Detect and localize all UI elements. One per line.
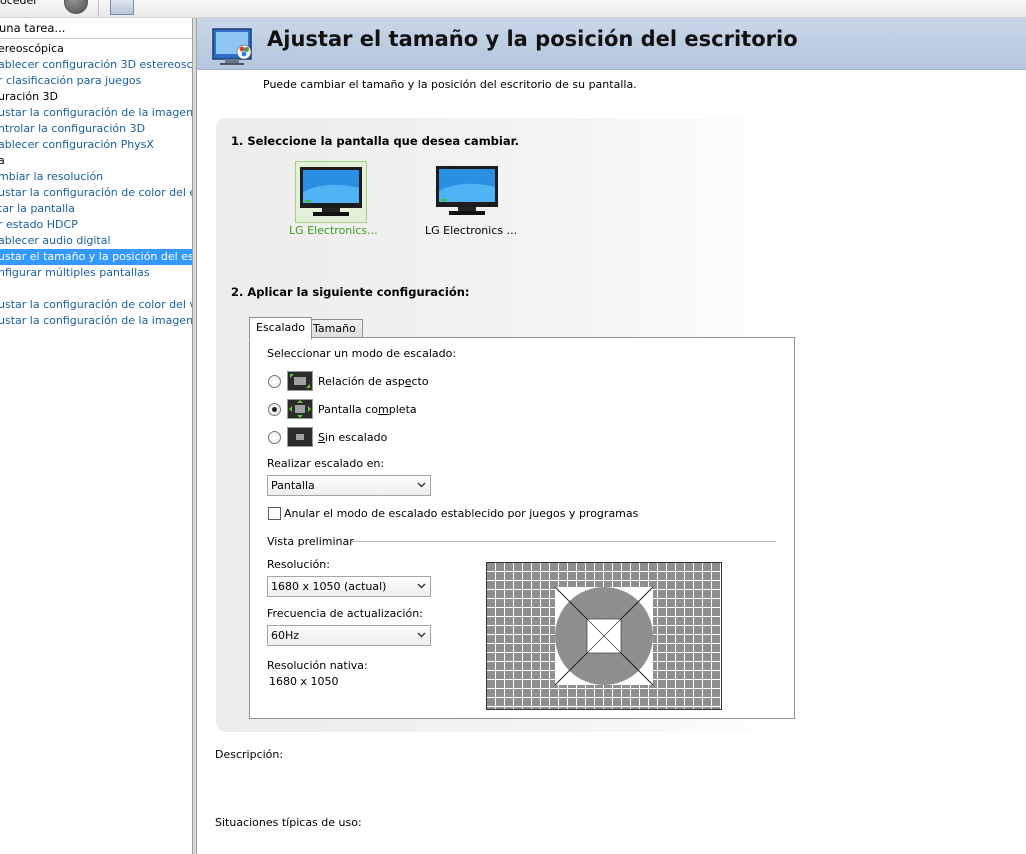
aspect-ratio-icon [287, 371, 313, 391]
sidebar-item-link[interactable]: ablecer audio digital [0, 233, 192, 249]
refresh-rate-label: Frecuencia de actualización: [267, 607, 423, 620]
scaling-tab-panel: Seleccionar un modo de escalado: Relació… [249, 337, 795, 719]
resolution-select[interactable]: 1680 x 1050 (actual) [267, 576, 431, 597]
tree-category: a [0, 153, 192, 169]
sidebar-item-link[interactable]: ustar la configuración de la imagen de v… [0, 313, 192, 329]
sidebar-item-link[interactable]: mbiar la resolución [0, 169, 192, 185]
preview-divider [351, 541, 776, 542]
toolbar: oceder [0, 0, 1026, 18]
step2-title: 2. Aplicar la siguiente configuración: [231, 285, 470, 299]
sidebar-item-link[interactable]: ustar la configuración de la imagen con … [0, 105, 192, 121]
preview-section-label: Vista preliminar [267, 535, 354, 548]
refresh-rate-value: 60Hz [271, 629, 300, 642]
monitor-icon [436, 166, 498, 215]
monitor-1-button[interactable] [295, 161, 367, 223]
sidebar-item-link[interactable]: ablecer configuración PhysX [0, 137, 192, 153]
desktop-size-position-icon [212, 28, 252, 65]
radio-aspect-ratio[interactable] [268, 375, 281, 388]
scaling-preview-image [486, 562, 722, 710]
fullscreen-icon [287, 399, 313, 419]
scaling-mode-label: Seleccionar un modo de escalado: [267, 347, 457, 360]
native-resolution-value: 1680 x 1050 [269, 675, 339, 688]
content-panel: Ajustar el tamaño y la posición del escr… [197, 18, 1026, 854]
sidebar-item-link[interactable]: nfigurar múltiples pantallas [0, 265, 192, 281]
task-header: una tarea... [0, 18, 192, 39]
tab-tamano[interactable]: Tamaño [306, 319, 363, 339]
typical-uses-label: Situaciones típicas de uso: [215, 816, 362, 829]
perform-scaling-label: Realizar escalado en: [267, 457, 385, 470]
sidebar-item-link[interactable]: ablecer configuración 3D estereoscópica [0, 57, 192, 73]
sidebar-item-link[interactable]: ntrolar la configuración 3D [0, 121, 192, 137]
page-header: Ajustar el tamaño y la posición del escr… [197, 18, 1026, 70]
chevron-down-icon [417, 482, 426, 488]
tree-category: uración 3D [0, 90, 59, 103]
task-navigation-panel: una tarea... ereoscópica ablecer configur… [0, 18, 193, 854]
sidebar-item-link[interactable]: ustar la configuración de color del escr… [0, 185, 192, 201]
radio-no-scaling[interactable] [268, 431, 281, 444]
radio-full-screen[interactable] [268, 403, 281, 416]
control-panel-icon[interactable] [110, 0, 134, 15]
monitor-icon [300, 167, 362, 216]
monitor-2-button[interactable] [432, 161, 502, 221]
aspect-ratio-label[interactable]: Relación de aspecto [318, 375, 429, 388]
override-scaling-checkbox[interactable] [268, 507, 281, 520]
sidebar-item-link[interactable]: tar la pantalla [0, 201, 192, 217]
page-description: Puede cambiar el tamaño y la posición de… [263, 78, 637, 91]
no-scaling-label[interactable]: Sin escalado [318, 431, 387, 444]
help-icon[interactable] [64, 0, 88, 14]
sidebar-item-link[interactable]: r clasificación para juegos [0, 73, 192, 89]
full-screen-label[interactable]: Pantalla completa [318, 403, 417, 416]
task-tree: ereoscópica ablecer configuración 3D este… [0, 41, 192, 329]
perform-scaling-select[interactable]: Pantalla [267, 475, 431, 496]
perform-scaling-value: Pantalla [271, 479, 315, 492]
refresh-rate-select[interactable]: 60Hz [267, 625, 431, 646]
chevron-down-icon [417, 632, 426, 638]
page-title: Ajustar el tamaño y la posición del escr… [267, 27, 798, 51]
toolbar-separator [98, 0, 99, 17]
native-resolution-label: Resolución nativa: [267, 659, 368, 672]
override-scaling-label[interactable]: Anular el modo de escalado establecido p… [284, 507, 638, 520]
description-label: Descripción: [215, 748, 284, 761]
chevron-down-icon [417, 583, 426, 589]
tree-category: ereoscópica [0, 42, 64, 55]
monitor-2-label[interactable]: LG Electronics ... [425, 224, 517, 237]
resolution-label: Resolución: [267, 558, 330, 571]
proceed-menu[interactable]: oceder [0, 0, 38, 7]
sidebar-item-link[interactable]: ustar el tamaño y la posición del escrit… [0, 249, 192, 265]
resolution-value: 1680 x 1050 (actual) [271, 580, 387, 593]
tab-escalado[interactable]: Escalado [249, 317, 312, 340]
step1-title: 1. Seleccione la pantalla que desea camb… [231, 134, 520, 148]
monitor-1-label[interactable]: LG Electronics... [289, 224, 378, 237]
sidebar-item-link[interactable]: r estado HDCP [0, 217, 192, 233]
no-scaling-icon [287, 427, 313, 447]
sidebar-item-link[interactable]: ustar la configuración de color del víde… [0, 297, 192, 313]
